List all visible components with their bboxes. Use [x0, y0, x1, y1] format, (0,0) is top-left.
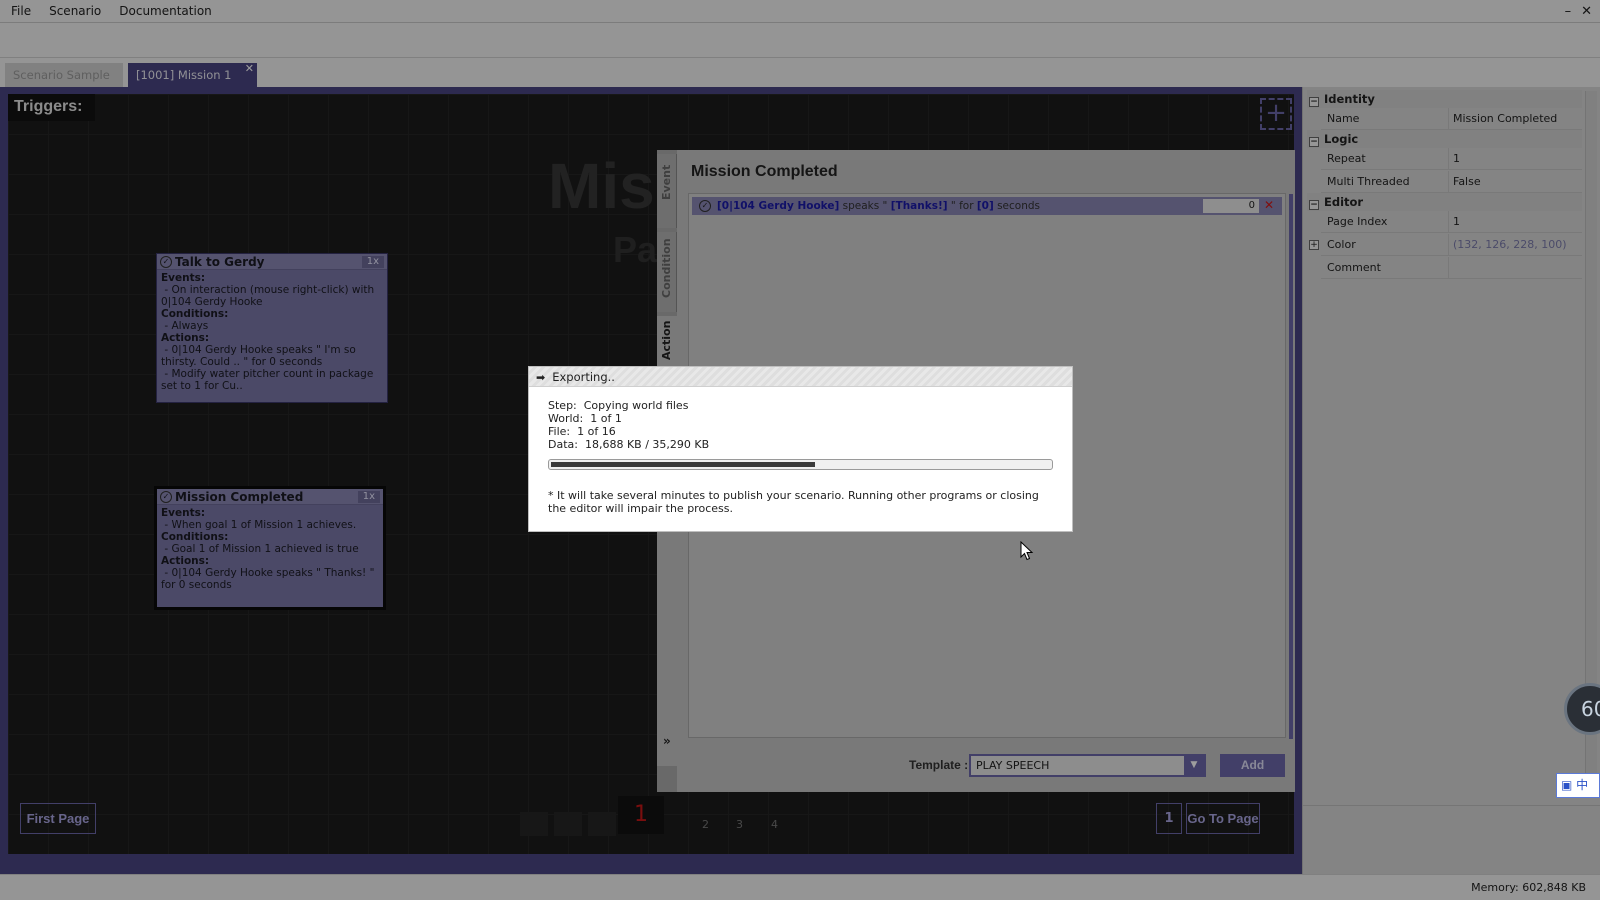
mouse-cursor-icon — [1020, 541, 1034, 561]
progress-bar — [548, 459, 1053, 470]
dialog-body: Step: Copying world files World: 1 of 1 … — [529, 387, 1072, 515]
export-step: Step: Copying world files — [548, 399, 689, 412]
ime-indicator[interactable]: ▣ 中 — [1556, 773, 1600, 798]
dialog-header: ➡ Exporting.. — [529, 367, 1072, 387]
dialog-title: Exporting.. — [552, 370, 615, 384]
keyboard-icon: ▣ — [1561, 778, 1573, 792]
export-dialog: ➡ Exporting.. Step: Copying world files W… — [528, 366, 1073, 532]
arrow-right-icon: ➡ — [536, 371, 546, 384]
export-file: File: 1 of 16 — [548, 425, 616, 438]
export-note: * It will take several minutes to publis… — [548, 489, 1039, 515]
export-data: Data: 18,688 KB / 35,290 KB — [548, 438, 710, 451]
progress-fill — [551, 462, 816, 467]
ime-label: 中 — [1576, 778, 1589, 792]
export-world: World: 1 of 1 — [548, 412, 622, 425]
